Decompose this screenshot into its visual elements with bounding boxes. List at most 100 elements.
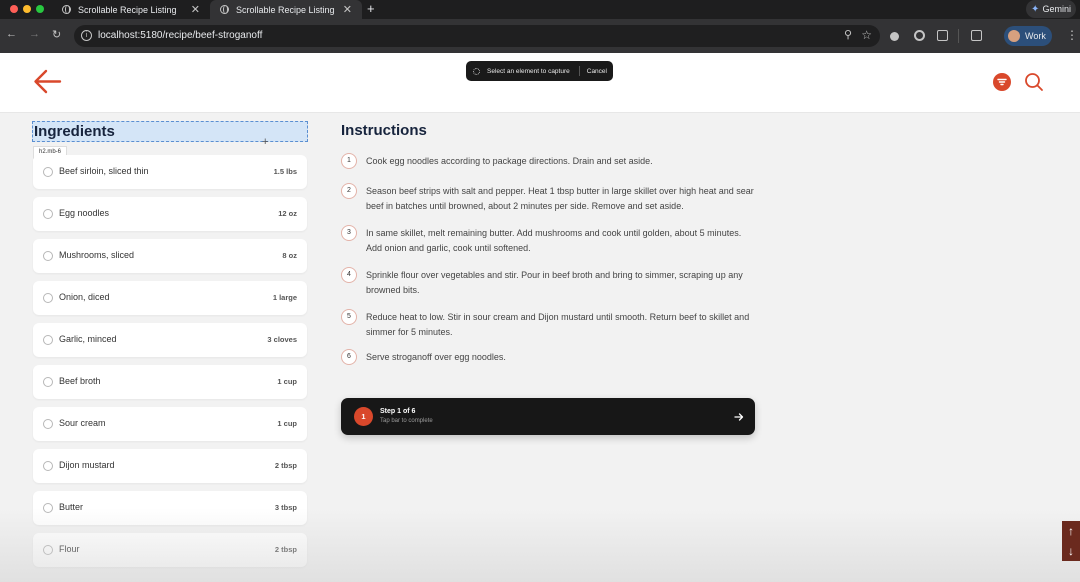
forward-icon[interactable]: → <box>29 28 40 40</box>
ingredient-quantity: 1 cup <box>277 377 297 386</box>
step-number: 3 <box>341 225 357 241</box>
ingredient-item[interactable]: Beef broth 1 cup <box>33 365 307 399</box>
ingredient-name: Egg noodles <box>59 208 110 218</box>
capture-cancel-button[interactable]: Cancel <box>587 68 607 75</box>
ingredient-name: Garlic, minced <box>59 334 117 344</box>
browser-tab[interactable]: Scrollable Recipe Listing ✕ <box>52 0 210 19</box>
ingredient-item[interactable]: Mushrooms, sliced 8 oz <box>33 239 307 273</box>
zoom-icon[interactable]: ⚲ <box>844 28 852 41</box>
search-icon[interactable] <box>1024 72 1044 97</box>
step-progress-bar[interactable]: 1 Step 1 of 6 Tap bar to complete <box>341 398 755 435</box>
window-zoom-button[interactable] <box>36 5 44 13</box>
ingredient-checkbox[interactable] <box>43 419 53 429</box>
step-number: 1 <box>341 153 357 169</box>
browser-tab-active[interactable]: Scrollable Recipe Listing ✕ <box>210 0 362 19</box>
current-step-badge: 1 <box>354 407 373 426</box>
ingredient-name: Dijon mustard <box>59 460 115 470</box>
ingredient-checkbox[interactable] <box>43 167 53 177</box>
ingredient-name: Beef sirloin, sliced thin <box>59 166 149 176</box>
scroll-up-icon[interactable]: ↑ <box>1062 521 1080 541</box>
ingredient-checkbox[interactable] <box>43 503 53 513</box>
step-text: Season beef strips with salt and pepper.… <box>366 186 754 211</box>
ingredient-item[interactable]: Garlic, minced 3 cloves <box>33 323 307 357</box>
globe-icon <box>62 5 71 14</box>
ingredient-quantity: 3 tbsp <box>274 503 297 512</box>
ingredient-checkbox[interactable] <box>43 545 53 555</box>
step-number: 5 <box>341 309 357 325</box>
ingredient-checkbox[interactable] <box>43 335 53 345</box>
ingredient-name: Flour <box>59 544 80 554</box>
step-progress-hint: Tap bar to complete <box>380 418 433 424</box>
tab-title: Scrollable Recipe Listing <box>236 4 335 15</box>
bookmark-star-icon[interactable]: ☆ <box>861 28 872 42</box>
ingredient-checkbox[interactable] <box>43 251 53 261</box>
ingredient-item[interactable]: Beef sirloin, sliced thin 1.5 lbs <box>33 155 307 189</box>
back-arrow-icon[interactable] <box>33 69 62 99</box>
ingredient-checkbox[interactable] <box>43 209 53 219</box>
ingredient-quantity: 2 tbsp <box>274 461 297 470</box>
ingredient-quantity: 2 tbsp <box>274 545 297 554</box>
gemini-button[interactable]: ✦ Gemini <box>1026 0 1076 18</box>
address-bar[interactable]: i localhost:5180/recipe/beef-stroganoff … <box>74 25 880 47</box>
reload-icon[interactable]: ↻ <box>52 28 61 41</box>
scroll-controls: ↑ ↓ <box>1062 521 1080 561</box>
puzzle-extensions-icon[interactable] <box>937 30 948 41</box>
gemini-icon: ✦ <box>1031 3 1040 15</box>
browser-menu-icon[interactable]: ⋮ <box>1066 28 1078 42</box>
tab-title: Scrollable Recipe Listing <box>78 4 177 15</box>
capture-prompt: Select an element to capture <box>487 67 570 75</box>
ingredient-item[interactable]: Egg noodles 12 oz <box>33 197 307 231</box>
ingredient-checkbox[interactable] <box>43 293 53 303</box>
ingredient-item[interactable]: Butter 3 tbsp <box>33 491 307 525</box>
back-icon[interactable]: ← <box>6 28 17 40</box>
close-tab-icon[interactable]: ✕ <box>343 3 352 16</box>
ingredient-name: Sour cream <box>59 418 106 428</box>
step-number: 2 <box>341 183 357 199</box>
recipe-page: Select an element to capture Cancel Ingr… <box>0 53 1080 582</box>
step-progress-title: Step 1 of 6 <box>380 408 416 415</box>
url-text[interactable]: localhost:5180/recipe/beef-stroganoff <box>98 30 262 41</box>
filter-icon[interactable] <box>993 73 1011 91</box>
instructions-heading: Instructions <box>341 122 427 139</box>
ingredient-item[interactable]: Sour cream 1 cup <box>33 407 307 441</box>
crosshair-cursor-icon: + <box>262 136 269 148</box>
capture-divider <box>578 66 580 76</box>
new-tab-icon[interactable]: + <box>367 1 375 16</box>
scroll-down-icon[interactable]: ↓ <box>1062 541 1080 561</box>
ingredient-checkbox[interactable] <box>43 461 53 471</box>
tab-search-icon[interactable] <box>971 30 982 41</box>
window-close-button[interactable] <box>10 5 18 13</box>
step-text: Serve stroganoff over egg noodles. <box>366 352 506 362</box>
browser-tabstrip: Scrollable Recipe Listing ✕ Scrollable R… <box>0 0 1080 19</box>
browser-toolbar: ← → ↻ i localhost:5180/recipe/beef-strog… <box>0 19 1080 53</box>
ingredient-name: Beef broth <box>59 376 101 386</box>
ingredient-quantity: 1 large <box>272 293 297 302</box>
toolbar-divider <box>958 29 959 43</box>
capture-target-icon <box>473 67 480 75</box>
ingredient-name: Mushrooms, sliced <box>59 250 135 260</box>
ingredient-name: Onion, diced <box>59 292 110 302</box>
ingredient-item[interactable]: Onion, diced 1 large <box>33 281 307 315</box>
ingredient-item[interactable]: Flour 2 tbsp <box>33 533 307 567</box>
step-number: 4 <box>341 267 357 283</box>
profile-extension-icon[interactable] <box>914 30 925 41</box>
step-text: Cook egg noodles according to package di… <box>366 156 653 166</box>
avatar <box>1008 30 1020 42</box>
ingredient-quantity: 1.5 lbs <box>273 167 297 176</box>
ingredient-name: Butter <box>59 502 84 512</box>
ingredients-list: Beef sirloin, sliced thin 1.5 lbs Egg nood… <box>33 155 307 575</box>
profile-label: Work <box>1025 31 1046 41</box>
ingredient-item[interactable]: Dijon mustard 2 tbsp <box>33 449 307 483</box>
ingredient-quantity: 8 oz <box>282 251 297 260</box>
arrow-right-icon[interactable] <box>734 409 744 427</box>
site-info-icon[interactable]: i <box>81 30 92 41</box>
profile-button[interactable]: Work <box>1004 26 1052 46</box>
step-text: Sprinkle flour over vegetables and stir.… <box>366 270 743 295</box>
capture-toolbar: Select an element to capture Cancel <box>466 61 613 81</box>
step-number: 6 <box>341 349 357 365</box>
ingredient-checkbox[interactable] <box>43 377 53 387</box>
window-minimize-button[interactable] <box>23 5 31 13</box>
close-tab-icon[interactable]: ✕ <box>191 3 200 16</box>
extension-icon[interactable] <box>890 32 899 41</box>
globe-icon <box>220 5 229 14</box>
